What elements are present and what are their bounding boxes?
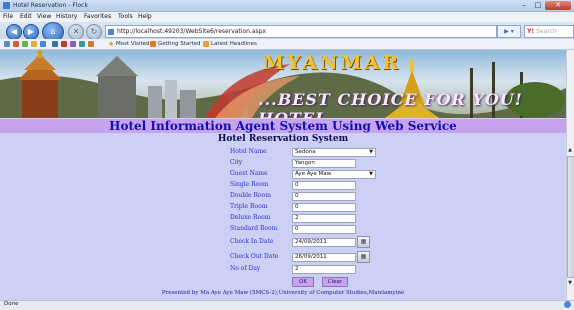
triple-room-field[interactable]: 0 bbox=[292, 203, 356, 212]
reload-icon: ↻ bbox=[90, 27, 98, 36]
photo-icon[interactable] bbox=[40, 41, 46, 47]
stop-icon: ✕ bbox=[72, 27, 80, 36]
forward-button[interactable]: ▶ bbox=[23, 24, 39, 40]
page-title: Hotel Information Agent System Using Web… bbox=[0, 119, 566, 133]
close-button[interactable]: ✕ bbox=[545, 1, 571, 10]
guest-name-select[interactable]: Aye Aye Maw ▼ bbox=[292, 170, 376, 179]
deluxe-room-label: Deluxe Room bbox=[230, 214, 271, 221]
guest-name-value: Aye Aye Maw bbox=[295, 171, 332, 177]
maximize-button[interactable]: □ bbox=[531, 1, 545, 10]
banner: MYANMAR ...BEST CHOICE FOR YOU! HOTEL bbox=[0, 50, 566, 118]
calendar-icon: ▦ bbox=[360, 238, 367, 245]
hotel-name-label: Hotel Name bbox=[230, 148, 267, 155]
reload-button[interactable]: ↻ bbox=[86, 24, 102, 40]
forward-arrow-icon: ▶ bbox=[27, 27, 35, 36]
single-room-field[interactable]: 0 bbox=[292, 181, 356, 190]
share-icon[interactable] bbox=[22, 41, 28, 47]
calendar-icon: ▦ bbox=[360, 253, 367, 260]
scrollbar-thumb[interactable] bbox=[567, 156, 574, 278]
address-url: http://localhost:49203/WebSite6/reservat… bbox=[117, 28, 266, 35]
browser-icon bbox=[3, 2, 10, 9]
search-engine-icon: Y! bbox=[527, 28, 535, 35]
go-button[interactable]: ▶ ▾ bbox=[497, 25, 521, 38]
triple-room-label: Triple Room bbox=[230, 203, 268, 210]
bookmark-getting-started[interactable]: Getting Started bbox=[158, 40, 201, 48]
stop-button[interactable]: ✕ bbox=[68, 24, 84, 40]
rss-icon bbox=[203, 41, 209, 47]
page-content: MYANMAR ...BEST CHOICE FOR YOU! HOTEL Ho… bbox=[0, 50, 566, 300]
check-out-field[interactable]: 26/09/2011 bbox=[292, 253, 356, 262]
scroll-up-arrow-icon[interactable]: ▲ bbox=[566, 147, 574, 154]
settings-icon[interactable] bbox=[88, 41, 94, 47]
hotel-name-select[interactable]: Sedona ▼ bbox=[292, 148, 376, 157]
email-icon[interactable] bbox=[61, 41, 67, 47]
check-in-field[interactable]: 24/09/2011 bbox=[292, 238, 356, 247]
check-out-calendar-button[interactable]: ▦ bbox=[357, 251, 370, 263]
menu-history[interactable]: History bbox=[56, 13, 77, 21]
standard-room-label: Standard Room bbox=[230, 225, 278, 232]
title-bar: Hotel Reservation - Flock – □ ✕ bbox=[0, 0, 574, 12]
temple-middle bbox=[96, 56, 138, 118]
chevron-down-icon: ▼ bbox=[369, 171, 373, 177]
standard-room-field[interactable]: 0 bbox=[292, 225, 356, 234]
bookmarks-toolbar bbox=[0, 39, 574, 50]
status-text: Done bbox=[4, 301, 19, 307]
check-in-calendar-button[interactable]: ▦ bbox=[357, 236, 370, 248]
banner-title: MYANMAR bbox=[263, 52, 402, 74]
banner-subtitle: ...BEST CHOICE FOR YOU! HOTEL bbox=[258, 90, 523, 118]
chevron-down-icon: ▼ bbox=[369, 149, 373, 155]
city-label: City bbox=[230, 159, 243, 166]
page-icon bbox=[108, 28, 114, 35]
no-of-day-label: No of Day bbox=[230, 265, 261, 272]
chat-icon[interactable] bbox=[70, 41, 76, 47]
back-arrow-icon: ◀ bbox=[10, 27, 18, 36]
go-icon: ▶ ▾ bbox=[504, 28, 514, 35]
bookmark-most-visited[interactable]: Most Visited bbox=[116, 40, 149, 48]
address-bar[interactable]: http://localhost:49203/WebSite6/reservat… bbox=[105, 25, 497, 38]
menu-edit[interactable]: Edit bbox=[20, 13, 32, 21]
check-out-label: Check Out Date bbox=[230, 253, 279, 260]
menu-favorites[interactable]: Favorites bbox=[84, 13, 111, 21]
bookmark-icon[interactable] bbox=[4, 41, 10, 47]
no-of-day-field[interactable]: 2 bbox=[292, 265, 356, 274]
blog-icon[interactable] bbox=[52, 41, 58, 47]
hotel-name-value: Sedona bbox=[295, 149, 316, 155]
search-input[interactable]: Y! Search bbox=[524, 25, 574, 38]
check-in-label: Check In Date bbox=[230, 238, 274, 245]
double-room-label: Double Room bbox=[230, 192, 271, 199]
people-icon[interactable] bbox=[79, 41, 85, 47]
section-title: Hotel Reservation System bbox=[217, 134, 349, 144]
feed-icon[interactable] bbox=[13, 41, 19, 47]
footer-credit: Presented by Ma Aye Aye Maw (5MCS-2),Uni… bbox=[161, 290, 405, 296]
deluxe-room-field[interactable]: 2 bbox=[292, 214, 356, 223]
menu-view[interactable]: View bbox=[37, 13, 51, 21]
bookmark-latest-headlines[interactable]: Latest Headlines bbox=[211, 40, 257, 48]
minimize-button[interactable]: – bbox=[517, 1, 531, 10]
menu-tools[interactable]: Tools bbox=[118, 13, 133, 21]
pagoda-left bbox=[18, 50, 62, 118]
security-zone-icon bbox=[564, 301, 571, 308]
getting-started-icon bbox=[150, 41, 156, 47]
search-placeholder: Search bbox=[536, 28, 557, 35]
most-visited-icon: ★ bbox=[108, 40, 115, 48]
ok-button[interactable]: OK bbox=[292, 277, 314, 287]
menu-file[interactable]: File bbox=[3, 13, 13, 21]
single-room-label: Single Room bbox=[230, 181, 269, 188]
city-field[interactable]: Yangon bbox=[292, 159, 356, 168]
window-title: Hotel Reservation - Flock bbox=[13, 2, 88, 9]
clear-button[interactable]: Clear bbox=[322, 277, 348, 287]
double-room-field[interactable]: 0 bbox=[292, 192, 356, 201]
scroll-down-arrow-icon[interactable]: ▼ bbox=[566, 280, 574, 287]
back-button[interactable]: ◀ bbox=[6, 24, 22, 40]
guest-name-label: Guest Name bbox=[230, 170, 268, 177]
star-icon[interactable] bbox=[31, 41, 37, 47]
menu-help[interactable]: Help bbox=[138, 13, 152, 21]
